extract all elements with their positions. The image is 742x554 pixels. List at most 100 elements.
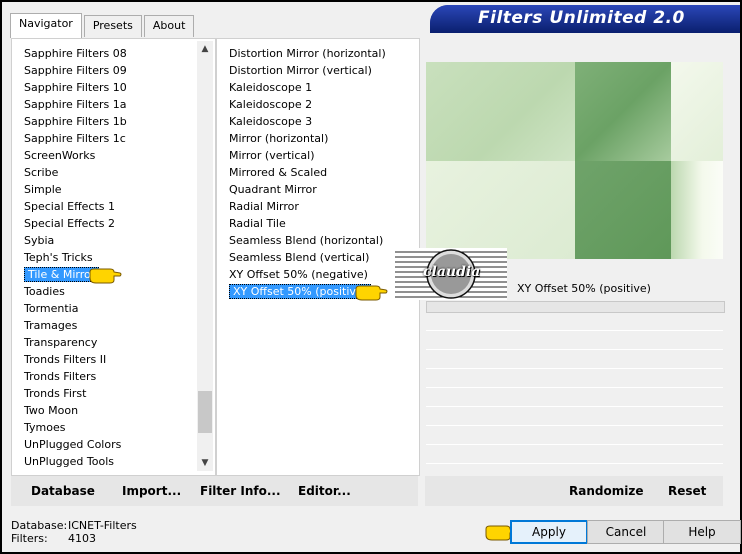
- item-label: Teph's Tricks: [24, 251, 93, 264]
- tab-navigator[interactable]: Navigator: [10, 13, 82, 38]
- item-label: Tronds Filters: [24, 370, 97, 383]
- item-label: Radial Mirror: [229, 200, 299, 213]
- title-banner: Filters Unlimited 2.0: [430, 5, 740, 33]
- filter-item[interactable]: Seamless Blend (vertical): [217, 249, 417, 266]
- filter-list-panel: Distortion Mirror (horizontal) Distortion…: [216, 38, 420, 476]
- filter-item[interactable]: Quadrant Mirror: [217, 181, 417, 198]
- category-item[interactable]: Sapphire Filters 1c: [12, 130, 208, 147]
- item-label: Sapphire Filters 1c: [24, 132, 126, 145]
- category-item[interactable]: Transparency: [12, 334, 208, 351]
- filter-item[interactable]: Mirrored & Scaled: [217, 164, 417, 181]
- reset-button[interactable]: Reset: [668, 484, 706, 498]
- claudia-watermark: claudia: [395, 248, 507, 300]
- category-item[interactable]: Sapphire Filters 10: [12, 79, 208, 96]
- randomize-button[interactable]: Randomize: [569, 484, 643, 498]
- item-label: Two Moon: [24, 404, 79, 417]
- tab-strip: Navigator Presets About: [10, 13, 196, 38]
- item-label: Seamless Blend (vertical): [229, 251, 370, 264]
- category-item[interactable]: Toadies: [12, 283, 208, 300]
- item-label: Seamless Blend (horizontal): [229, 234, 384, 247]
- category-item[interactable]: UnPlugged Tools: [12, 453, 208, 470]
- filters-count-value: 4103: [68, 532, 96, 545]
- pointer-hand-icon: [355, 285, 388, 301]
- filter-item[interactable]: Mirror (vertical): [217, 147, 417, 164]
- item-label: XY Offset 50% (positive): [229, 284, 371, 299]
- category-list[interactable]: Sapphire Filters 08 Sapphire Filters 09 Sa…: [12, 45, 208, 475]
- item-label: Kaleidoscope 3: [229, 115, 313, 128]
- scroll-thumb[interactable]: [198, 391, 212, 433]
- database-button[interactable]: Database: [31, 484, 95, 498]
- category-item[interactable]: ScreenWorks: [12, 147, 208, 164]
- item-label: Mirror (vertical): [229, 149, 315, 162]
- category-item[interactable]: Sapphire Filters 09: [12, 62, 208, 79]
- app-title: Filters Unlimited 2.0: [478, 8, 685, 28]
- item-label: Simple: [24, 183, 62, 196]
- category-item[interactable]: Tramages: [12, 317, 208, 334]
- filter-item[interactable]: Kaleidoscope 1: [217, 79, 417, 96]
- item-label: Tramages: [24, 319, 78, 332]
- filter-item[interactable]: Mirror (horizontal): [217, 130, 417, 147]
- item-label: XY Offset 50% (negative): [229, 268, 368, 281]
- pointer-hand-icon: [89, 268, 122, 284]
- filter-item[interactable]: Distortion Mirror (vertical): [217, 62, 417, 79]
- tab-presets[interactable]: Presets: [83, 15, 142, 37]
- filter-item[interactable]: Radial Mirror: [217, 198, 417, 215]
- database-value: ICNET-Filters: [68, 519, 137, 532]
- item-label: Scribe: [24, 166, 59, 179]
- import-button[interactable]: Import...: [122, 484, 181, 498]
- item-label: Special Effects 1: [24, 200, 116, 213]
- item-label: Kaleidoscope 1: [229, 81, 313, 94]
- category-item[interactable]: Tronds Filters II: [12, 351, 208, 368]
- editor-button[interactable]: Editor...: [298, 484, 351, 498]
- category-item[interactable]: Teph's Tricks: [12, 249, 208, 266]
- parameter-rows: [426, 312, 723, 472]
- item-label: Distortion Mirror (vertical): [229, 64, 372, 77]
- category-item[interactable]: Tronds First: [12, 385, 208, 402]
- category-item[interactable]: Sapphire Filters 1b: [12, 113, 208, 130]
- category-item[interactable]: Sybia: [12, 232, 208, 249]
- filter-item[interactable]: Seamless Blend (horizontal): [217, 232, 417, 249]
- item-label: Tronds Filters II: [24, 353, 107, 366]
- item-label: Tymoes: [24, 421, 66, 434]
- category-item[interactable]: Sapphire Filters 1a: [12, 96, 208, 113]
- filter-item[interactable]: Kaleidoscope 3: [217, 113, 417, 130]
- category-item[interactable]: Simple: [12, 181, 208, 198]
- item-label: Sapphire Filters 10: [24, 81, 127, 94]
- apply-button[interactable]: Apply: [510, 520, 588, 544]
- filter-item[interactable]: XY Offset 50% (negative): [217, 266, 417, 283]
- filter-list[interactable]: Distortion Mirror (horizontal) Distortion…: [217, 45, 417, 475]
- item-label: Sapphire Filters 08: [24, 47, 127, 60]
- item-label: Sybia: [24, 234, 55, 247]
- category-item[interactable]: UnPlugged Colors: [12, 436, 208, 453]
- item-label: Distortion Mirror (horizontal): [229, 47, 386, 60]
- category-scrollbar[interactable]: ▲ ▼: [197, 41, 213, 471]
- category-item[interactable]: Two Moon: [12, 402, 208, 419]
- cancel-button[interactable]: Cancel: [587, 520, 665, 544]
- category-item[interactable]: Tronds Filters: [12, 368, 208, 385]
- help-button[interactable]: Help: [663, 520, 741, 544]
- filter-name-label: XY Offset 50% (positive): [517, 282, 651, 295]
- filter-item[interactable]: Distortion Mirror (horizontal): [217, 45, 417, 62]
- tab-about[interactable]: About: [143, 15, 195, 37]
- filter-info-button[interactable]: Filter Info...: [200, 484, 281, 498]
- category-item[interactable]: Special Effects 2: [12, 215, 208, 232]
- item-label: Sapphire Filters 1b: [24, 115, 127, 128]
- item-label: Sapphire Filters 09: [24, 64, 127, 77]
- category-item[interactable]: Tormentia: [12, 300, 208, 317]
- item-label: Tormentia: [24, 302, 79, 315]
- filter-item[interactable]: Kaleidoscope 2: [217, 96, 417, 113]
- item-label: Transparency: [24, 336, 98, 349]
- item-label: Radial Tile: [229, 217, 286, 230]
- category-item[interactable]: Tymoes: [12, 419, 208, 436]
- scroll-up-icon[interactable]: ▲: [197, 41, 213, 57]
- category-item[interactable]: Special Effects 1: [12, 198, 208, 215]
- item-label: Kaleidoscope 2: [229, 98, 313, 111]
- scroll-down-icon[interactable]: ▼: [197, 455, 213, 471]
- item-label: Special Effects 2: [24, 217, 116, 230]
- category-item[interactable]: Scribe: [12, 164, 208, 181]
- category-item[interactable]: Sapphire Filters 08: [12, 45, 208, 62]
- category-list-panel: Sapphire Filters 08 Sapphire Filters 09 Sa…: [11, 38, 216, 476]
- item-label: Mirrored & Scaled: [229, 166, 328, 179]
- item-label: Sapphire Filters 1a: [24, 98, 127, 111]
- filter-item[interactable]: Radial Tile: [217, 215, 417, 232]
